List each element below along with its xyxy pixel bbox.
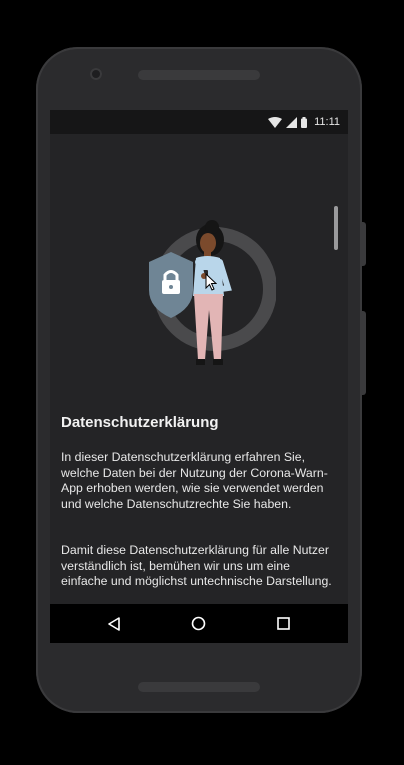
home-icon [192,616,206,631]
back-button[interactable] [94,609,134,639]
navigation-bar [50,604,348,643]
intro-paragraph: In dieser Datenschutzerklärung erfahren … [61,450,328,511]
recents-icon [277,617,290,630]
bottom-speaker [138,682,260,692]
wifi-icon [268,116,283,128]
scrollbar[interactable] [334,206,338,250]
home-button[interactable] [179,609,219,639]
earpiece-speaker [138,70,260,80]
cell-signal-icon [286,116,298,128]
volume-button [361,311,366,395]
mouse-cursor-icon [205,273,217,291]
privacy-illustration [149,220,276,365]
status-time: 11:11 [314,116,340,128]
clarity-paragraph: Damit diese Datenschutzerklärung für all… [61,543,332,589]
page-title: Datenschutzerklärung [61,414,219,431]
front-camera [90,68,102,80]
privacy-content[interactable]: Datenschutzerklärung In dieser Datenschu… [50,134,348,604]
power-button [361,222,366,266]
phone-screen: 11:11 Datenschutzerklärung In dieser Dat… [50,110,348,643]
battery-icon [301,116,308,128]
recents-button[interactable] [264,609,304,639]
status-bar: 11:11 [50,110,348,134]
back-icon [108,616,121,631]
